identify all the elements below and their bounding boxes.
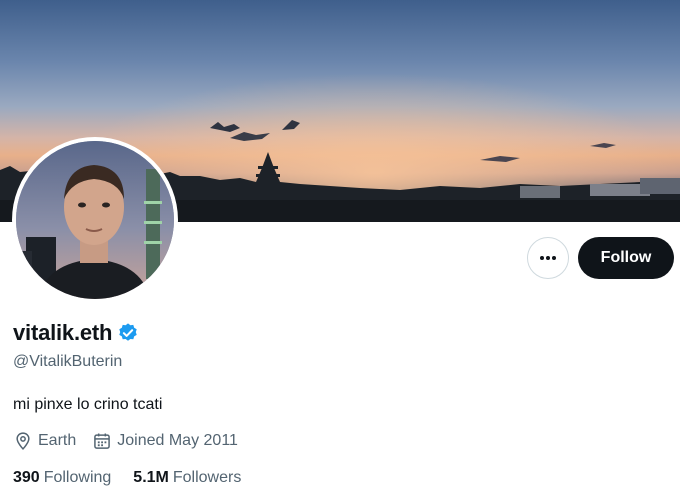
- name-row: vitalik.eth: [13, 320, 139, 346]
- avatar-photo: [16, 141, 174, 299]
- display-name: vitalik.eth: [13, 320, 113, 345]
- joined-item: Joined May 2011: [92, 431, 238, 451]
- followers-link[interactable]: 5.1M Followers: [133, 469, 241, 487]
- location-text: Earth: [38, 432, 77, 449]
- followers-label: Followers: [172, 469, 242, 486]
- profile-stats: 390 Following 5.1M Followers: [13, 469, 263, 487]
- verified-badge-icon[interactable]: [117, 322, 139, 344]
- following-link[interactable]: 390 Following: [13, 469, 111, 487]
- following-label: Following: [43, 469, 112, 486]
- profile-avatar[interactable]: [12, 137, 178, 303]
- followers-count: 5.1M: [133, 469, 169, 486]
- more-horizontal-icon: [540, 256, 556, 260]
- location-pin-icon: [16, 432, 30, 451]
- calendar-icon: [94, 433, 111, 449]
- joined-text: Joined May 2011: [117, 432, 238, 449]
- profile-bio: mi pinxe lo crino tcati: [13, 396, 163, 413]
- more-options-button[interactable]: [527, 237, 569, 279]
- following-count: 390: [13, 469, 40, 486]
- profile-meta: Earth Joined May 2011: [13, 431, 254, 451]
- profile-handle: @VitalikButerin: [13, 353, 123, 370]
- follow-button[interactable]: Follow: [578, 237, 674, 279]
- location-item: Earth: [13, 431, 76, 451]
